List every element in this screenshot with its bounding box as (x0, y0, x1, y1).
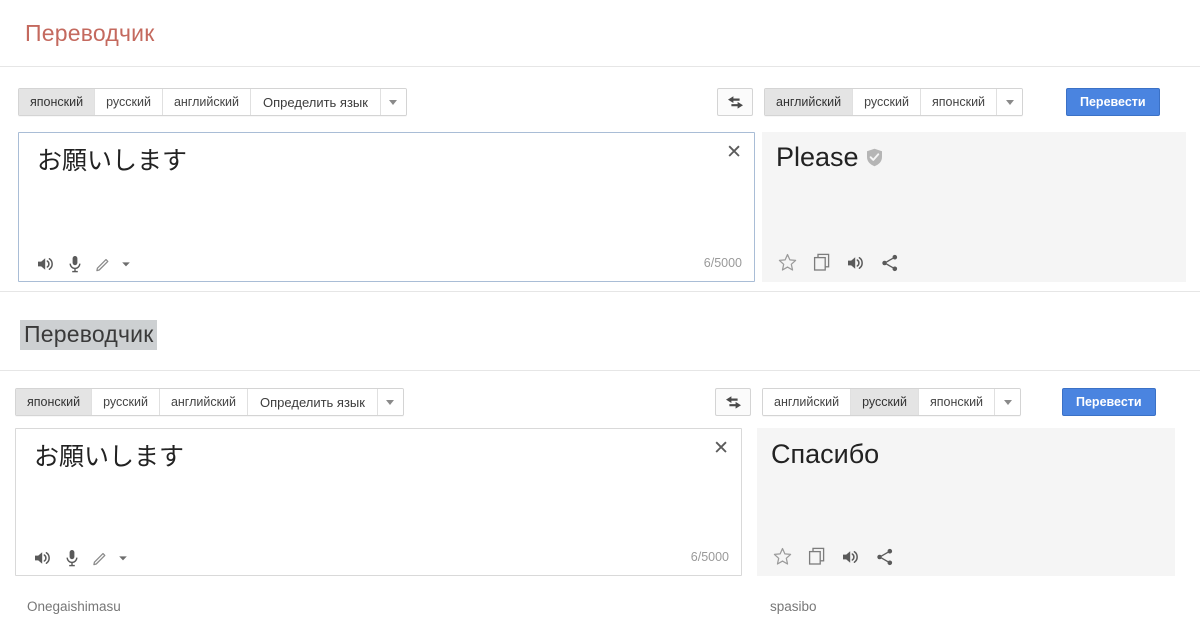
page-title-bottom: Переводчик (20, 320, 158, 350)
swap-horizontal-icon (727, 95, 743, 109)
speaker-icon[interactable] (37, 256, 55, 272)
translation-text-bottom: Спасибо (771, 439, 880, 470)
translator-panel-top: Переводчик японский русский английский О… (0, 0, 1200, 292)
source-text-top: お願いします (37, 146, 188, 175)
chevron-down-icon[interactable] (117, 552, 129, 564)
swap-languages-button-top[interactable] (717, 88, 753, 116)
source-tools-top (37, 255, 132, 273)
source-textarea-top[interactable]: お願いします ✕ 6/5000 (18, 132, 755, 282)
target-language-group-top: английский русский японский (764, 88, 1024, 116)
source-lang-detect-top[interactable]: Определить язык (251, 89, 381, 115)
translator-panel-bottom: Переводчик японский русский английский О… (0, 292, 1200, 628)
copy-icon[interactable] (813, 253, 831, 272)
source-transliteration: Onegaishimasu (27, 599, 121, 614)
source-lang-japanese-bottom[interactable]: японский (16, 389, 93, 415)
translation-text-top: Please (776, 142, 883, 173)
target-lang-japanese-top[interactable]: японский (920, 89, 998, 115)
clear-source-button-bottom[interactable]: ✕ (713, 439, 729, 458)
speaker-icon[interactable] (842, 549, 860, 565)
pencil-icon[interactable] (95, 256, 111, 272)
translation-value-top: Please (776, 142, 859, 172)
source-lang-english-top[interactable]: английский (162, 89, 252, 115)
swap-horizontal-icon (725, 395, 741, 409)
share-icon[interactable] (876, 548, 894, 566)
page-title-top: Переводчик (25, 20, 155, 46)
pencil-icon[interactable] (92, 550, 108, 566)
target-lang-more-top[interactable] (997, 89, 1023, 115)
translation-value-bottom: Спасибо (771, 439, 880, 469)
chevron-down-icon[interactable] (120, 258, 132, 270)
source-language-group-top: японский русский английский Определить я… (18, 88, 407, 116)
microphone-icon[interactable] (68, 255, 82, 273)
microphone-icon[interactable] (65, 549, 79, 567)
target-language-group-bottom: английский русский японский (762, 388, 1022, 416)
source-lang-more-bottom[interactable] (377, 389, 403, 415)
target-lang-english-top[interactable]: английский (765, 89, 854, 115)
swap-languages-button-bottom[interactable] (715, 388, 751, 416)
chevron-down-icon (1003, 399, 1012, 405)
chevron-down-icon (1005, 99, 1014, 105)
header-divider-bottom (0, 370, 1200, 371)
source-tools-bottom (34, 549, 129, 567)
source-lang-russian-bottom[interactable]: русский (92, 389, 160, 415)
verified-shield-icon (866, 148, 883, 167)
target-lang-more-bottom[interactable] (995, 389, 1021, 415)
target-lang-japanese-bottom[interactable]: японский (918, 389, 996, 415)
star-icon[interactable] (778, 253, 797, 272)
share-icon[interactable] (881, 254, 899, 272)
source-text-bottom: お願いします (34, 442, 185, 471)
speaker-icon[interactable] (847, 255, 865, 271)
source-lang-detect-bottom[interactable]: Определить язык (248, 389, 378, 415)
target-lang-russian-top[interactable]: русский (853, 89, 921, 115)
output-tools-bottom (773, 547, 894, 566)
output-tools-top (778, 253, 899, 272)
star-icon[interactable] (773, 547, 792, 566)
source-lang-japanese-top[interactable]: японский (19, 89, 96, 115)
target-lang-english-bottom[interactable]: английский (763, 389, 852, 415)
translate-button-top[interactable]: Перевести (1066, 88, 1160, 116)
chevron-down-icon (389, 99, 398, 105)
header-divider-top (0, 66, 1200, 67)
speaker-icon[interactable] (34, 550, 52, 566)
source-lang-more-top[interactable] (380, 89, 406, 115)
translator-screenshot: Переводчик японский русский английский О… (0, 0, 1200, 628)
character-counter-top: 6/5000 (703, 256, 742, 270)
translation-output-bottom: Спасибо (757, 428, 1175, 576)
translate-button-bottom[interactable]: Перевести (1062, 388, 1156, 416)
source-lang-russian-top[interactable]: русский (95, 89, 163, 115)
output-transliteration: spasibo (770, 599, 817, 614)
source-language-group-bottom: японский русский английский Определить я… (15, 388, 404, 416)
copy-icon[interactable] (808, 547, 826, 566)
target-lang-russian-bottom[interactable]: русский (851, 389, 919, 415)
translation-output-top: Please (762, 132, 1186, 282)
character-counter-bottom: 6/5000 (690, 550, 729, 564)
source-lang-english-bottom[interactable]: английский (159, 389, 249, 415)
source-textarea-bottom[interactable]: お願いします ✕ 6/5000 (15, 428, 742, 576)
chevron-down-icon (386, 399, 395, 405)
clear-source-button-top[interactable]: ✕ (726, 143, 742, 162)
